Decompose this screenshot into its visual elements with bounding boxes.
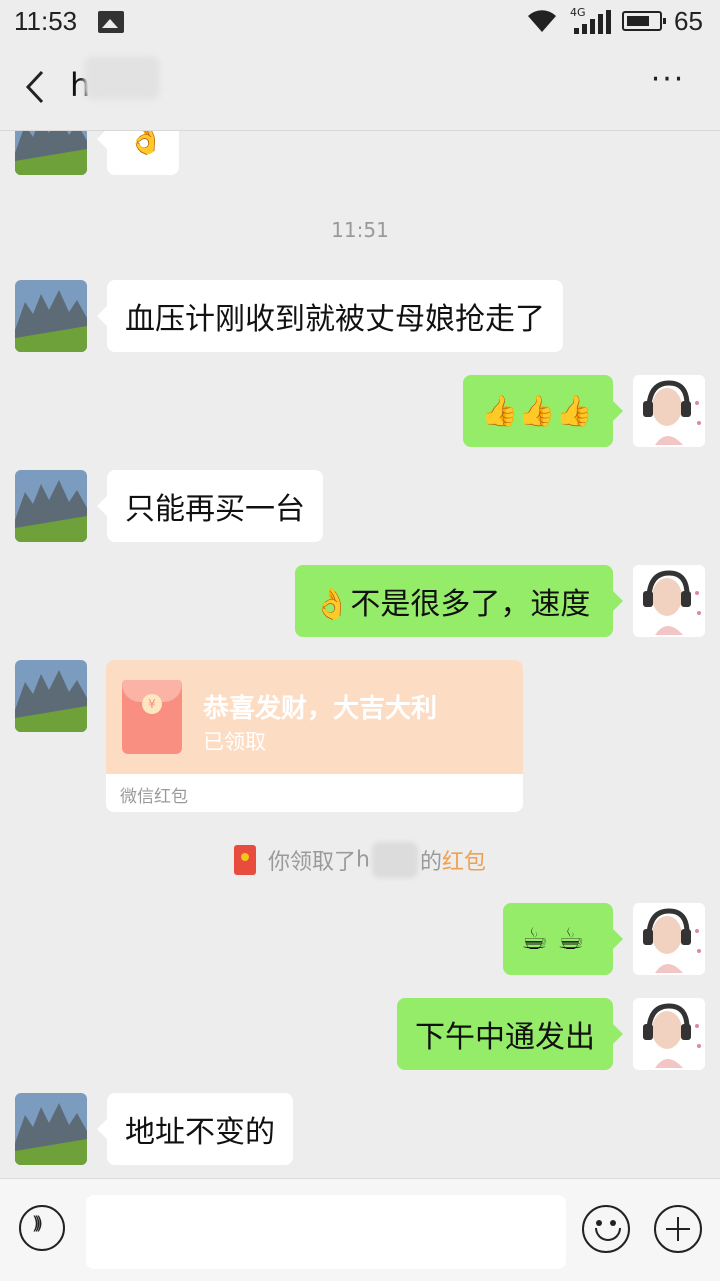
message-text: 血压计刚收到就被丈母娘抢走了 [125, 302, 545, 337]
emoji-icon[interactable] [582, 1205, 630, 1253]
red-packet-greeting: 恭喜发财，大吉大利 [203, 694, 438, 724]
message-bubble[interactable]: 👌 [97, 131, 179, 175]
message-bubble[interactable]: 👍👍👍 [463, 375, 623, 447]
my-avatar[interactable] [633, 998, 705, 1070]
message-text: 👌不是很多了，速度 [313, 587, 591, 622]
message-text: 👍👍👍 [481, 393, 594, 429]
timestamp: 11:51 [331, 218, 389, 242]
message-bubble[interactable]: ☕ ☕ [503, 903, 623, 975]
status-time: 11:53 [14, 6, 78, 36]
message-text: 只能再买一台 [125, 492, 305, 527]
chat-header: h ··· [0, 44, 720, 131]
red-packet-icon [234, 845, 256, 875]
input-bar [0, 1178, 720, 1281]
status-bar: 11:53 4G 65 [0, 0, 720, 44]
message-text: 地址不变的 [125, 1115, 275, 1150]
my-avatar[interactable] [633, 565, 705, 637]
message-bubble[interactable]: 地址不变的 [97, 1093, 293, 1165]
red-packet-header: ¥ 恭喜发财，大吉大利 已领取 [106, 660, 523, 774]
contact-avatar[interactable] [15, 280, 87, 352]
signal-icon [574, 10, 611, 34]
contact-avatar[interactable] [15, 131, 87, 175]
contact-avatar[interactable] [15, 660, 87, 732]
more-icon[interactable]: ··· [648, 65, 688, 98]
message-bubble[interactable]: 只能再买一台 [97, 470, 323, 542]
red-packet-link[interactable]: 红包 [442, 850, 486, 875]
redacted-name [371, 842, 418, 878]
image-notification-icon [98, 11, 124, 33]
my-avatar[interactable] [633, 375, 705, 447]
battery-level: 65 [674, 6, 703, 36]
red-packet-card[interactable]: ¥ 恭喜发财，大吉大利 已领取 微信红包 [106, 660, 523, 812]
chat-area[interactable]: 👌 11:51 血压计刚收到就被丈母娘抢走了 👍👍👍 只能再买一台 👌不是很多了… [0, 131, 720, 1178]
back-icon[interactable] [20, 68, 50, 106]
notice-name: h [356, 847, 370, 873]
notice-suffix: 的 [419, 850, 442, 875]
system-notice: 你领取了h 的红包 [0, 842, 720, 878]
my-avatar[interactable] [633, 903, 705, 975]
battery-icon [622, 11, 666, 31]
contact-avatar[interactable] [15, 470, 87, 542]
message-text: 下午中通发出 [415, 1020, 595, 1055]
contact-avatar[interactable] [15, 1093, 87, 1165]
message-bubble[interactable]: 👌不是很多了，速度 [295, 565, 623, 637]
redacted-name [84, 56, 160, 100]
wifi-icon [526, 8, 558, 40]
message-text: ☕ ☕ [521, 921, 585, 957]
plus-icon[interactable] [654, 1205, 702, 1253]
message-input[interactable] [86, 1195, 566, 1269]
notice-prefix: 你领取了 [268, 850, 357, 875]
message-bubble[interactable]: 血压计刚收到就被丈母娘抢走了 [97, 280, 563, 352]
message-text: 👌 [127, 131, 165, 157]
coin-icon: ¥ [142, 694, 162, 714]
message-bubble[interactable]: 下午中通发出 [397, 998, 623, 1070]
voice-input-icon[interactable] [19, 1205, 65, 1251]
red-envelope-icon: ¥ [122, 680, 182, 754]
red-packet-footer: 微信红包 [120, 787, 188, 807]
red-packet-status: 已领取 [203, 730, 266, 754]
